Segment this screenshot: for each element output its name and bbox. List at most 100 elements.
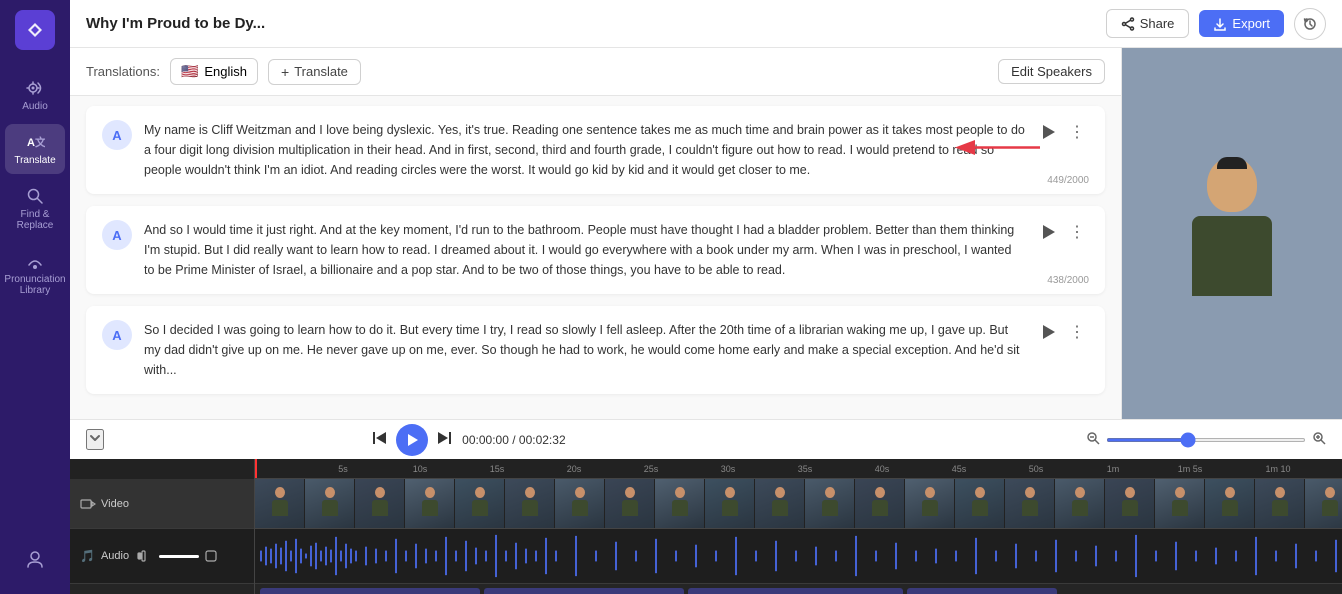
share-button[interactable]: Share bbox=[1106, 9, 1190, 38]
subtitle-block-4[interactable]: And when he wasn't there,... bbox=[907, 588, 1057, 594]
transcript-scroll[interactable]: A My name is Cliff Weitzman and I love b… bbox=[70, 96, 1121, 419]
subtitle-block-1[interactable]: My name is Cliff Weitzman and I love bei… bbox=[260, 588, 480, 594]
segment-3: A So I decided I was going to learn how … bbox=[86, 306, 1105, 394]
export-button[interactable]: Export bbox=[1199, 10, 1284, 37]
film-frame bbox=[1255, 479, 1305, 529]
video-track-label: Video bbox=[70, 479, 254, 529]
video-panel bbox=[1122, 48, 1342, 419]
history-button[interactable] bbox=[1294, 8, 1326, 40]
film-frame bbox=[1105, 479, 1155, 529]
share-label: Share bbox=[1140, 16, 1175, 31]
sidebar-item-account[interactable] bbox=[5, 541, 65, 580]
segment-text-3: So I decided I was going to learn how to… bbox=[144, 323, 1019, 377]
time-marker-1m: 1m bbox=[1107, 464, 1120, 474]
timeline-area: 00:00:00 / 00:02:32 bbox=[70, 419, 1342, 594]
speaker-avatar-2: A bbox=[102, 220, 132, 250]
timeline-tracks: Video 🎵 Audio bbox=[70, 459, 1342, 594]
collapse-button[interactable] bbox=[86, 429, 104, 450]
track-labels: Video 🎵 Audio bbox=[70, 459, 255, 594]
language-selector[interactable]: 🇺🇸 English bbox=[170, 58, 258, 85]
time-marker-30s: 30s bbox=[721, 464, 736, 474]
film-frame bbox=[455, 479, 505, 529]
film-frame bbox=[255, 479, 305, 529]
zoom-out-button[interactable] bbox=[1086, 431, 1100, 448]
filmstrip bbox=[255, 479, 1342, 529]
sidebar-item-audio[interactable]: Audio bbox=[5, 70, 65, 120]
film-frame bbox=[555, 479, 605, 529]
translate-button[interactable]: + Translate bbox=[268, 59, 361, 85]
subtitle-block-3[interactable]: So I decided I was going to learn how to… bbox=[688, 588, 903, 594]
edit-speakers-label: Edit Speakers bbox=[1011, 64, 1092, 79]
export-label: Export bbox=[1232, 16, 1270, 31]
segment-more-1[interactable]: ⋮ bbox=[1065, 120, 1089, 144]
sidebar: Audio A 文 Translate Find & Replace Pronu… bbox=[0, 0, 70, 594]
sidebar-item-find[interactable]: Find & Replace bbox=[5, 178, 65, 239]
segment-more-3[interactable]: ⋮ bbox=[1065, 320, 1089, 344]
segment-play-3[interactable] bbox=[1037, 320, 1061, 344]
time-marker-15s: 15s bbox=[490, 464, 505, 474]
film-frame bbox=[855, 479, 905, 529]
film-frame bbox=[505, 479, 555, 529]
film-frame bbox=[655, 479, 705, 529]
sidebar-pronunciation-label: Pronunciation Library bbox=[4, 274, 65, 296]
zoom-slider[interactable] bbox=[1106, 438, 1306, 442]
svg-text:A: A bbox=[27, 137, 35, 149]
time-marker-35s: 35s bbox=[798, 464, 813, 474]
zoom-controls bbox=[1086, 431, 1326, 448]
segment-more-2[interactable]: ⋮ bbox=[1065, 220, 1089, 244]
segment-play-2[interactable] bbox=[1037, 220, 1061, 244]
subtitle-block-2[interactable]: And so I would time it just right. And a… bbox=[484, 588, 684, 594]
transcript-panel: Translations: 🇺🇸 English + Translate Edi… bbox=[70, 48, 1122, 419]
time-display: 00:00:00 / 00:02:32 bbox=[462, 433, 565, 447]
segment-actions-3: ⋮ bbox=[1037, 320, 1089, 344]
audio-volume-slider[interactable] bbox=[159, 555, 199, 558]
film-frame bbox=[605, 479, 655, 529]
segment-content-3: So I decided I was going to learn how to… bbox=[144, 320, 1025, 380]
film-frame bbox=[905, 479, 955, 529]
app-logo[interactable] bbox=[15, 10, 55, 50]
topbar-actions: Share Export bbox=[1106, 8, 1326, 40]
film-frame bbox=[955, 479, 1005, 529]
film-frame bbox=[405, 479, 455, 529]
time-marker-40s: 40s bbox=[875, 464, 890, 474]
time-marker-25s: 25s bbox=[644, 464, 659, 474]
time-ruler: 5s 10s 15s 20s 25s 30s 35s 40s 45s 50s 1… bbox=[255, 459, 1342, 479]
transport-controls: 00:00:00 / 00:02:32 bbox=[370, 424, 565, 456]
segment-text-1: My name is Cliff Weitzman and I love bei… bbox=[144, 123, 1025, 177]
sidebar-item-pronunciation[interactable]: Pronunciation Library bbox=[5, 243, 65, 304]
skip-forward-button[interactable] bbox=[436, 429, 454, 450]
waveform-svg bbox=[255, 529, 1342, 583]
film-frame bbox=[805, 479, 855, 529]
time-marker-1m10s: 1m 10 bbox=[1265, 464, 1290, 474]
flag-icon: 🇺🇸 bbox=[181, 63, 198, 80]
person-body bbox=[1192, 216, 1272, 296]
main-area: Why I'm Proud to be Dy... Share Export bbox=[70, 0, 1342, 594]
speaker-avatar-1: A bbox=[102, 120, 132, 150]
film-frame bbox=[1005, 479, 1055, 529]
audio-track-name: Audio bbox=[101, 550, 129, 562]
timeline-content[interactable]: 5s 10s 15s 20s 25s 30s 35s 40s 45s 50s 1… bbox=[255, 459, 1342, 594]
edit-speakers-button[interactable]: Edit Speakers bbox=[998, 59, 1105, 84]
skip-back-button[interactable] bbox=[370, 429, 388, 450]
timeline-controls: 00:00:00 / 00:02:32 bbox=[70, 419, 1342, 459]
speaker-avatar-3: A bbox=[102, 320, 132, 350]
segment-count-2: 438/2000 bbox=[1047, 275, 1089, 286]
page-title: Why I'm Proud to be Dy... bbox=[86, 15, 265, 32]
segment-text-2: And so I would time it just right. And a… bbox=[144, 223, 1014, 277]
film-frame bbox=[355, 479, 405, 529]
segment-1: A My name is Cliff Weitzman and I love b… bbox=[86, 106, 1105, 194]
content-area: Translations: 🇺🇸 English + Translate Edi… bbox=[70, 48, 1342, 419]
playhead bbox=[255, 459, 257, 478]
film-frame bbox=[305, 479, 355, 529]
audio-icon: 🎵 bbox=[80, 549, 95, 563]
film-frame bbox=[1155, 479, 1205, 529]
person-head bbox=[1207, 157, 1257, 212]
play-pause-button[interactable] bbox=[396, 424, 428, 456]
zoom-in-button[interactable] bbox=[1312, 431, 1326, 448]
svg-text:文: 文 bbox=[35, 135, 45, 149]
translate-label: Translate bbox=[294, 64, 348, 79]
sidebar-item-translate[interactable]: A 文 Translate bbox=[5, 124, 65, 174]
plus-icon: + bbox=[281, 64, 289, 80]
waveform-track bbox=[255, 529, 1342, 584]
film-frame bbox=[1205, 479, 1255, 529]
